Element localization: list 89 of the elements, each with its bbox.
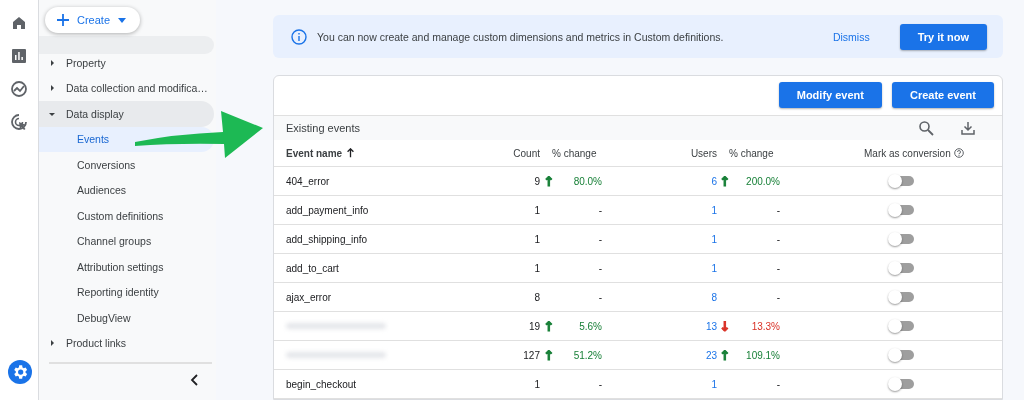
column-header: Mark as conversion bbox=[864, 147, 951, 159]
table-cell: 8 bbox=[534, 291, 540, 303]
action-button[interactable]: Modify event bbox=[778, 82, 882, 108]
action-button[interactable]: Create event bbox=[891, 82, 994, 108]
table-cell: 109.1% bbox=[746, 349, 780, 361]
home-icon[interactable] bbox=[10, 14, 28, 32]
event-name[interactable]: add_shipping_info bbox=[286, 233, 368, 245]
nav-item[interactable]: Data collection and modifica… bbox=[39, 75, 214, 101]
table-cell: - bbox=[776, 291, 780, 303]
try-it-now-button[interactable]: Try it now bbox=[899, 23, 987, 50]
event-name[interactable]: add_payment_info bbox=[286, 204, 369, 216]
table-cell: 1 bbox=[711, 204, 717, 216]
banner-message: You can now create and manage custom dimensions and metrics in Custom definitions. bbox=[317, 30, 725, 43]
table-cell: - bbox=[776, 233, 780, 245]
table-cell: - bbox=[598, 378, 602, 390]
event-name[interactable]: 404_error bbox=[286, 175, 330, 187]
caret-icon bbox=[118, 17, 127, 23]
table-cell: 1 bbox=[534, 378, 540, 390]
table-cell: 5.6% bbox=[579, 320, 602, 332]
table-cell: - bbox=[598, 204, 602, 216]
table-cell: 23 bbox=[705, 349, 717, 361]
event-name[interactable]: ajax_error bbox=[286, 291, 332, 303]
toggle-switch[interactable] bbox=[888, 319, 914, 333]
bar-chart-icon[interactable] bbox=[10, 47, 28, 65]
table-cell: 200.0% bbox=[746, 175, 780, 187]
toggle-switch[interactable] bbox=[888, 261, 914, 275]
nav-item[interactable]: Data display bbox=[39, 101, 214, 127]
column-header[interactable]: Event name bbox=[286, 147, 343, 159]
table-cell: 80.0% bbox=[573, 175, 602, 187]
column-header[interactable]: % change bbox=[552, 147, 597, 159]
info-icon bbox=[291, 28, 307, 45]
table-cell: 127 bbox=[523, 349, 540, 361]
table-cell: - bbox=[598, 262, 602, 274]
table-cell: 1 bbox=[534, 233, 540, 245]
trend-arrow: ↑ bbox=[543, 319, 555, 333]
toggle-switch[interactable] bbox=[888, 174, 914, 188]
table-cell: - bbox=[776, 262, 780, 274]
toggle-switch[interactable] bbox=[888, 203, 914, 217]
event-name[interactable]: begin_checkout bbox=[286, 378, 357, 390]
trend-chart-icon[interactable] bbox=[10, 80, 28, 98]
help-icon[interactable] bbox=[953, 148, 964, 158]
table-cell: 8 bbox=[711, 291, 717, 303]
sort-arrow-icon[interactable] bbox=[346, 148, 356, 158]
settings-button[interactable] bbox=[8, 360, 32, 384]
toggle-switch[interactable] bbox=[888, 232, 914, 246]
trend-arrow: ↑ bbox=[719, 174, 731, 188]
table-cell: 13 bbox=[705, 320, 717, 332]
table-title: Existing events bbox=[286, 122, 361, 134]
trend-arrow: ↑ bbox=[543, 174, 555, 188]
search-icon[interactable] bbox=[918, 120, 934, 136]
table-cell: 1 bbox=[534, 204, 540, 216]
nav-subitem[interactable]: Reporting identity bbox=[39, 279, 214, 305]
table-cell: 1 bbox=[534, 262, 540, 274]
table-cell: 9 bbox=[534, 175, 540, 187]
table-cell: - bbox=[776, 204, 780, 216]
download-icon[interactable] bbox=[960, 120, 976, 136]
table-cell: 13.3% bbox=[751, 320, 780, 332]
table-cell: 1 bbox=[711, 378, 717, 390]
nav-subitem[interactable]: Custom definitions bbox=[39, 203, 214, 229]
nav-subitem[interactable]: Audiences bbox=[39, 177, 214, 203]
nav-subitem[interactable]: DebugView bbox=[39, 305, 214, 331]
nav-item[interactable]: Product links bbox=[39, 330, 214, 356]
table-cell: 6 bbox=[711, 175, 717, 187]
cursor-target-icon[interactable] bbox=[10, 113, 28, 131]
table-cell: 1 bbox=[711, 233, 717, 245]
event-name[interactable]: add_to_cart bbox=[286, 262, 339, 274]
table-cell: 1 bbox=[711, 262, 717, 274]
trend-arrow: ↓ bbox=[719, 319, 731, 333]
nav-item[interactable]: Property bbox=[39, 50, 214, 76]
toggle-switch[interactable] bbox=[888, 290, 914, 304]
column-header[interactable]: Users bbox=[690, 147, 717, 159]
table-cell: - bbox=[598, 291, 602, 303]
create-button[interactable]: Create bbox=[45, 7, 141, 33]
trend-arrow: ↑ bbox=[543, 348, 555, 362]
table-cell: 19 bbox=[528, 320, 540, 332]
toggle-switch[interactable] bbox=[888, 377, 914, 391]
table-cell: 51.2% bbox=[573, 349, 602, 361]
plus-icon bbox=[57, 14, 69, 26]
nav-subitem[interactable]: Attribution settings bbox=[39, 254, 214, 280]
toggle-switch[interactable] bbox=[888, 348, 914, 362]
column-header[interactable]: % change bbox=[729, 147, 774, 159]
table-cell: - bbox=[598, 233, 602, 245]
nav-subitem[interactable]: Conversions bbox=[39, 152, 214, 178]
column-header[interactable]: Count bbox=[513, 147, 540, 159]
chevron-left-icon[interactable] bbox=[189, 374, 201, 386]
trend-arrow: ↑ bbox=[719, 348, 731, 362]
nav-subitem[interactable]: Channel groups bbox=[39, 228, 214, 254]
table-cell: - bbox=[776, 378, 780, 390]
dismiss-link[interactable]: Dismiss bbox=[832, 30, 870, 43]
